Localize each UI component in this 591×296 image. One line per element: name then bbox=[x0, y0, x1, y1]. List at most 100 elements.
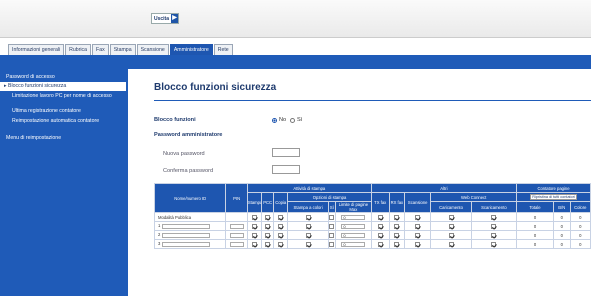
caricamento-checkbox[interactable] bbox=[448, 214, 454, 220]
copia-checkbox[interactable] bbox=[278, 232, 284, 238]
stampa-checkbox[interactable] bbox=[252, 241, 258, 247]
tx-fax-checkbox[interactable] bbox=[377, 232, 383, 238]
table-row: 1 0000 bbox=[153, 221, 591, 231]
scansione-checkbox[interactable] bbox=[415, 214, 421, 220]
pin-cell bbox=[225, 239, 248, 249]
row-name: 2 bbox=[153, 230, 227, 240]
name-id-field[interactable] bbox=[161, 232, 210, 238]
lock-label: Blocco funzioni bbox=[154, 117, 196, 123]
stampa-colori-checkbox[interactable] bbox=[305, 241, 311, 247]
caricamento-cell bbox=[430, 230, 472, 240]
sub-navbar bbox=[0, 55, 591, 69]
confirm-password-label: Conferma password bbox=[163, 168, 214, 174]
limit-max-field[interactable]: 0 bbox=[341, 232, 366, 238]
caricamento-checkbox[interactable] bbox=[448, 223, 454, 229]
main-content: Blocco funzioni sicurezza Blocco funzion… bbox=[130, 73, 591, 296]
scansione-checkbox[interactable] bbox=[415, 241, 421, 247]
scansione-checkbox[interactable] bbox=[415, 223, 421, 229]
scaricamento-checkbox[interactable] bbox=[491, 241, 497, 247]
header-scaricamento: Scaricamento bbox=[470, 201, 518, 213]
limit-max-field[interactable]: 0 bbox=[341, 223, 366, 229]
pcc-checkbox[interactable] bbox=[265, 241, 271, 247]
tx-fax-checkbox[interactable] bbox=[377, 241, 383, 247]
header-name-id: Nome/numero ID bbox=[153, 183, 227, 213]
rx-fax-checkbox[interactable] bbox=[394, 241, 400, 247]
stampa-checkbox[interactable] bbox=[252, 223, 258, 229]
limit-si-checkbox[interactable] bbox=[329, 214, 335, 220]
limit-si-checkbox[interactable] bbox=[329, 232, 335, 238]
scansione-cell bbox=[404, 212, 432, 222]
limit-max-cell: 0 bbox=[334, 239, 372, 249]
header-totale: Totale bbox=[516, 201, 554, 213]
limit-max-field[interactable]: 0 bbox=[341, 214, 366, 220]
reset-all-counters-button[interactable]: Ripristina di tutti contatori bbox=[530, 194, 577, 200]
tx-fax-checkbox[interactable] bbox=[377, 214, 383, 220]
tx-fax-cell bbox=[370, 221, 390, 231]
scansione-checkbox[interactable] bbox=[415, 232, 421, 238]
radio-no-button[interactable] bbox=[272, 117, 277, 123]
name-id-field[interactable] bbox=[161, 241, 210, 247]
limit-si-checkbox[interactable] bbox=[329, 223, 335, 229]
radio-no-label: No bbox=[279, 117, 287, 123]
name-id-field[interactable] bbox=[161, 223, 210, 229]
caricamento-checkbox[interactable] bbox=[448, 232, 454, 238]
limit-max-cell: 0 bbox=[334, 221, 372, 231]
sidebar-item-blocco-funzioni[interactable]: ▸ Blocco funzioni sicurezza bbox=[0, 82, 126, 91]
rx-fax-checkbox[interactable] bbox=[394, 223, 400, 229]
sidebar-item-password-accesso[interactable]: Password di accesso bbox=[6, 74, 124, 81]
caricamento-cell bbox=[430, 212, 472, 222]
sidebar-item-ultima-registrazione[interactable]: Ultima registrazione contatore bbox=[12, 108, 122, 115]
copia-checkbox[interactable] bbox=[278, 214, 284, 220]
stampa-checkbox[interactable] bbox=[252, 232, 258, 238]
header-max-label: Max bbox=[349, 207, 358, 212]
copia-checkbox[interactable] bbox=[278, 223, 284, 229]
scaricamento-cell bbox=[470, 221, 518, 231]
radio-si-button[interactable] bbox=[290, 117, 295, 123]
header-print-activity: Attività di stampa bbox=[246, 183, 372, 193]
pcc-checkbox[interactable] bbox=[265, 223, 271, 229]
stampa-colori-checkbox[interactable] bbox=[305, 223, 311, 229]
logout-button[interactable]: Uscita ▶ bbox=[151, 13, 180, 24]
rx-fax-checkbox[interactable] bbox=[394, 232, 400, 238]
limit-max-field[interactable]: 0 bbox=[341, 241, 366, 247]
stampa-colori-checkbox[interactable] bbox=[305, 232, 311, 238]
radio-no[interactable]: No bbox=[272, 117, 286, 123]
copia-cell bbox=[273, 221, 289, 231]
counter-bn: 0 bbox=[552, 239, 571, 249]
sidebar-item-reimpostazione-automatica[interactable]: Reimpostazione automatica contatore bbox=[12, 118, 122, 125]
stampa-checkbox[interactable] bbox=[252, 214, 258, 220]
pcc-checkbox[interactable] bbox=[265, 232, 271, 238]
stampa-colori-checkbox[interactable] bbox=[305, 214, 311, 220]
tx-fax-cell bbox=[370, 230, 390, 240]
pcc-cell bbox=[261, 230, 275, 240]
header-web-connect: Web Connect bbox=[430, 192, 518, 202]
counter-total: 0 bbox=[516, 230, 554, 240]
pin-field[interactable] bbox=[229, 232, 244, 238]
counter-color: 0 bbox=[569, 221, 591, 231]
limit-max-cell: 0 bbox=[334, 212, 372, 222]
pcc-checkbox[interactable] bbox=[265, 214, 271, 220]
stampa-cell bbox=[246, 230, 263, 240]
scansione-cell bbox=[404, 230, 432, 240]
radio-si[interactable]: Sì bbox=[290, 117, 302, 123]
stampa-cell bbox=[246, 212, 263, 222]
rx-fax-cell bbox=[388, 230, 406, 240]
rx-fax-checkbox[interactable] bbox=[394, 214, 400, 220]
scaricamento-checkbox[interactable] bbox=[491, 232, 497, 238]
sidebar-item-menu-reimpostazione[interactable]: Menu di reimpostazione bbox=[6, 135, 124, 142]
scaricamento-checkbox[interactable] bbox=[491, 214, 497, 220]
pin-cell bbox=[225, 212, 248, 222]
caricamento-checkbox[interactable] bbox=[448, 241, 454, 247]
sidebar-item-limitazione-lavoro[interactable]: Limitazione lavoro PC per nome di access… bbox=[12, 93, 122, 100]
limit-si-checkbox[interactable] bbox=[329, 241, 335, 247]
title-divider bbox=[154, 100, 591, 101]
tx-fax-checkbox[interactable] bbox=[377, 223, 383, 229]
admin-password-label: Password amministratore bbox=[154, 132, 223, 138]
scaricamento-checkbox[interactable] bbox=[491, 223, 497, 229]
new-password-field[interactable] bbox=[272, 148, 300, 157]
pin-field[interactable] bbox=[229, 241, 244, 247]
confirm-password-field[interactable] bbox=[272, 165, 300, 174]
pin-field[interactable] bbox=[229, 223, 244, 229]
rx-fax-cell bbox=[388, 221, 406, 231]
copia-checkbox[interactable] bbox=[278, 241, 284, 247]
